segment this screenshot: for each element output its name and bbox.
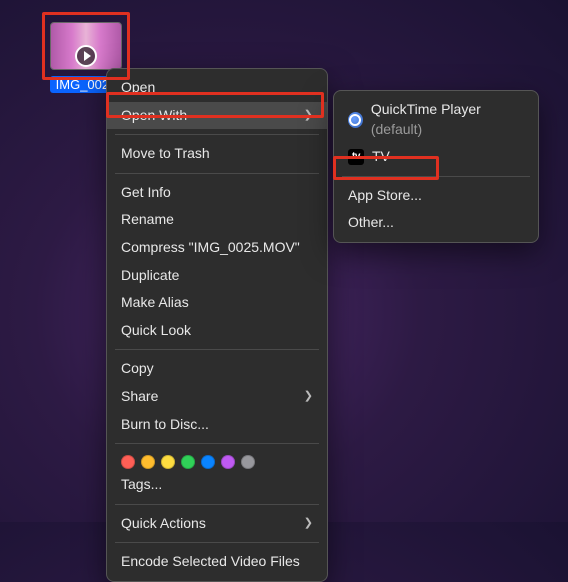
- menu-duplicate[interactable]: Duplicate: [107, 262, 327, 290]
- menu-separator: [115, 173, 319, 174]
- menu-label: Copy: [121, 359, 154, 379]
- video-thumbnail: [50, 22, 122, 70]
- menu-move-to-trash[interactable]: Move to Trash: [107, 140, 327, 168]
- tag-green[interactable]: [181, 455, 195, 469]
- appletv-icon: tv: [348, 149, 364, 165]
- menu-separator: [115, 504, 319, 505]
- menu-label: Open With: [121, 106, 187, 126]
- tag-yellow[interactable]: [161, 455, 175, 469]
- menu-encode-video[interactable]: Encode Selected Video Files: [107, 548, 327, 576]
- menu-separator: [115, 134, 319, 135]
- menu-label: App Store...: [348, 186, 422, 206]
- menu-tags[interactable]: Tags...: [107, 471, 327, 499]
- menu-label: Make Alias: [121, 293, 189, 313]
- submenu-quicktime[interactable]: QuickTime Player (default): [334, 96, 538, 143]
- tag-orange[interactable]: [141, 455, 155, 469]
- menu-label: Open: [121, 78, 155, 98]
- menu-label: QuickTime Player (default): [371, 100, 524, 139]
- tag-color-row: [107, 449, 327, 471]
- chevron-right-icon: ❯: [304, 389, 313, 404]
- context-menu: Open Open With ❯ Move to Trash Get Info …: [106, 68, 328, 582]
- tag-red[interactable]: [121, 455, 135, 469]
- menu-label: Move to Trash: [121, 144, 210, 164]
- menu-label: Rename: [121, 210, 174, 230]
- tag-blue[interactable]: [201, 455, 215, 469]
- play-icon: [75, 45, 97, 67]
- chevron-right-icon: ❯: [304, 108, 313, 123]
- menu-open[interactable]: Open: [107, 74, 327, 102]
- tag-purple[interactable]: [221, 455, 235, 469]
- menu-get-info[interactable]: Get Info: [107, 179, 327, 207]
- tag-gray[interactable]: [241, 455, 255, 469]
- menu-label: Quick Look: [121, 321, 191, 341]
- menu-label: Share: [121, 387, 158, 407]
- menu-label: TV: [372, 147, 390, 167]
- menu-burn-to-disc[interactable]: Burn to Disc...: [107, 411, 327, 439]
- menu-open-with[interactable]: Open With ❯: [107, 102, 327, 130]
- quicktime-icon: [348, 112, 363, 128]
- submenu-app-store[interactable]: App Store...: [334, 182, 538, 210]
- menu-label: Encode Selected Video Files: [121, 552, 300, 572]
- menu-separator: [115, 542, 319, 543]
- chevron-right-icon: ❯: [304, 516, 313, 531]
- menu-label: Duplicate: [121, 266, 179, 286]
- menu-rename[interactable]: Rename: [107, 206, 327, 234]
- menu-label: Burn to Disc...: [121, 415, 209, 435]
- menu-separator: [342, 176, 530, 177]
- menu-copy[interactable]: Copy: [107, 355, 327, 383]
- menu-label: Quick Actions: [121, 514, 206, 534]
- menu-quick-look[interactable]: Quick Look: [107, 317, 327, 345]
- menu-separator: [115, 443, 319, 444]
- menu-compress[interactable]: Compress "IMG_0025.MOV": [107, 234, 327, 262]
- menu-make-alias[interactable]: Make Alias: [107, 289, 327, 317]
- open-with-submenu: QuickTime Player (default) tv TV App Sto…: [333, 90, 539, 243]
- menu-label: Other...: [348, 213, 394, 233]
- submenu-tv[interactable]: tv TV: [334, 143, 538, 171]
- menu-label: Compress "IMG_0025.MOV": [121, 238, 300, 258]
- menu-separator: [115, 349, 319, 350]
- submenu-other[interactable]: Other...: [334, 209, 538, 237]
- menu-share[interactable]: Share ❯: [107, 383, 327, 411]
- menu-label: Tags...: [121, 475, 162, 495]
- menu-label: Get Info: [121, 183, 171, 203]
- menu-quick-actions[interactable]: Quick Actions ❯: [107, 510, 327, 538]
